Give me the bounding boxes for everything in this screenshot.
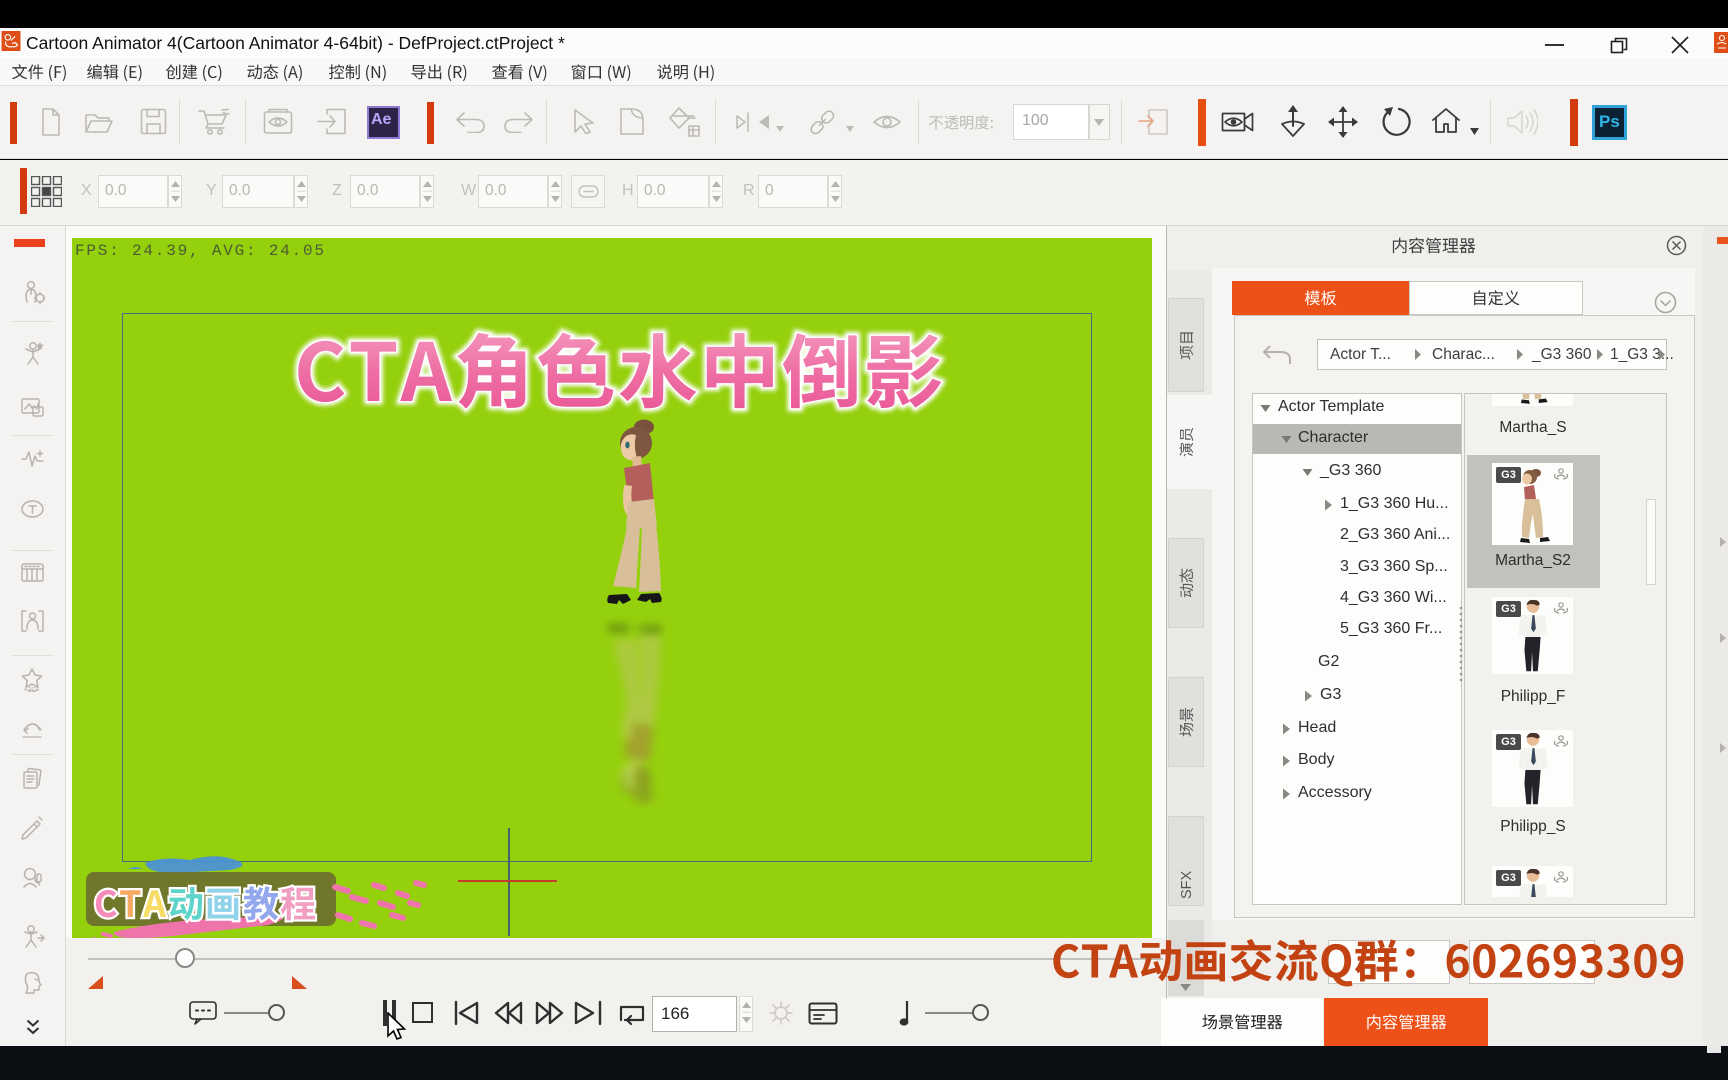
- svg-text:3D: 3D: [28, 687, 37, 693]
